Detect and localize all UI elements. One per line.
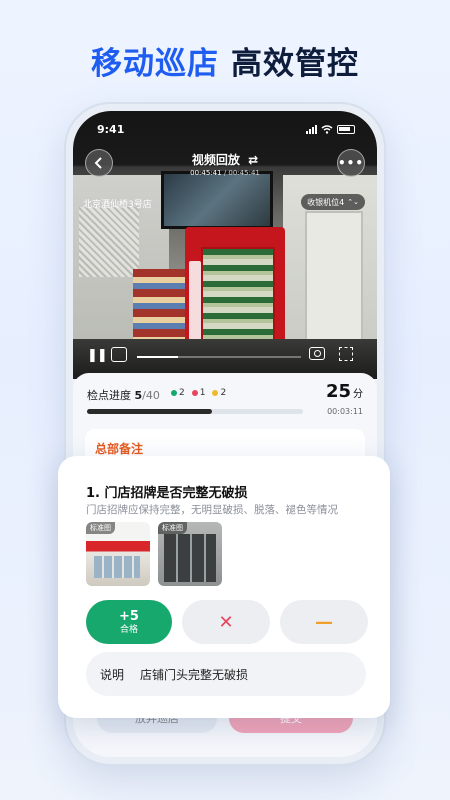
camera-snapshot-icon[interactable] [309, 347, 325, 360]
player-title[interactable]: 视频回放 ⇄ [73, 151, 377, 168]
calendar-icon[interactable] [111, 347, 127, 362]
inspection-progress-bar [87, 409, 303, 414]
battery-icon [337, 125, 355, 134]
score-unit: 分 [353, 389, 363, 400]
current-time: 00:45:41 [190, 169, 222, 177]
not-applicable-button[interactable]: — [280, 600, 368, 644]
fail-count: 1 [191, 388, 205, 398]
progress-label: 检点进度 5/40 [87, 387, 160, 403]
chevron-updown-icon: ⌃⌄ [347, 198, 359, 206]
standard-image-tag: 标准图 [158, 522, 187, 534]
storefront-window [94, 556, 140, 578]
seek-bar-fill [137, 356, 178, 358]
video-frame-door [305, 211, 363, 351]
video-frame-monitor [161, 171, 273, 229]
pause-icon[interactable]: ❚❚ [87, 348, 108, 363]
standard-image-2[interactable]: 标准图 [158, 522, 222, 586]
video-frame-fridge-logo [189, 261, 201, 341]
headline: 移动巡店 高效管控 [0, 38, 450, 83]
more-button[interactable]: ••• [337, 149, 365, 177]
score: 25 分 [326, 381, 363, 402]
checklist-item-card: 1. 门店招牌是否完整无破损 门店招牌应保持完整，无明显破损、脱落、褪色等情况 … [58, 456, 390, 718]
status-time: 9:41 [97, 123, 125, 136]
store-name: 北京酒仙桥3号店 [83, 200, 152, 210]
more-dots-icon: ••• [338, 156, 365, 170]
headline-part2: 高效管控 [231, 46, 359, 82]
close-icon: ✕ [218, 611, 234, 633]
seek-bar[interactable] [137, 356, 301, 358]
dash-icon: — [315, 611, 333, 633]
remark-value: 店铺门头完整无破损 [140, 668, 249, 682]
signal-icon [306, 125, 317, 134]
fail-button[interactable]: ✕ [182, 600, 270, 644]
inspection-progress-fill [87, 409, 213, 414]
player-controls: ❚❚ [73, 343, 377, 369]
standard-image-tag: 标准图 [86, 522, 115, 534]
pass-label: 合格 [119, 624, 138, 635]
item-description: 门店招牌应保持完整，无明显破损、脱落、褪色等情况 [86, 504, 338, 516]
playback-time: 00:45:41 / 00:45:41 [190, 169, 260, 177]
camera-select-label: 收银机位4 [307, 197, 345, 207]
result-counts: 2 1 2 [171, 388, 226, 398]
total-time: 00:45:41 [228, 169, 260, 177]
status-icons [306, 125, 355, 134]
pass-button[interactable]: +5 合格 [86, 600, 172, 644]
player-title-text: 视频回放 [191, 153, 240, 167]
status-bar: 9:41 [73, 123, 377, 139]
progress-total: /40 [142, 389, 160, 402]
progress-done: 5 [134, 389, 143, 402]
pass-count: 2 [171, 388, 185, 398]
hq-note-title: 总部备注 [95, 442, 144, 456]
headline-part1: 移动巡店 [91, 46, 219, 82]
swap-icon: ⇄ [248, 153, 259, 167]
score-value: 25 [325, 381, 351, 402]
camera-select[interactable]: 收银机位4 ⌃⌄ [301, 194, 365, 210]
progress-label-text: 检点进度 [87, 389, 131, 402]
fullscreen-icon[interactable] [339, 347, 353, 361]
elapsed-time: 00:03:11 [327, 407, 363, 416]
wifi-icon [321, 125, 333, 134]
storefront-window [164, 534, 216, 582]
na-count: 2 [212, 388, 226, 398]
pass-points: +5 [119, 608, 139, 624]
remark-field[interactable]: 说明 店铺门头完整无破损 [86, 652, 366, 696]
item-title: 1. 门店招牌是否完整无破损 [86, 486, 248, 501]
standard-image-1[interactable]: 标准图 [86, 522, 150, 586]
remark-key: 说明 [100, 668, 125, 682]
video-frame-poster [79, 207, 139, 277]
